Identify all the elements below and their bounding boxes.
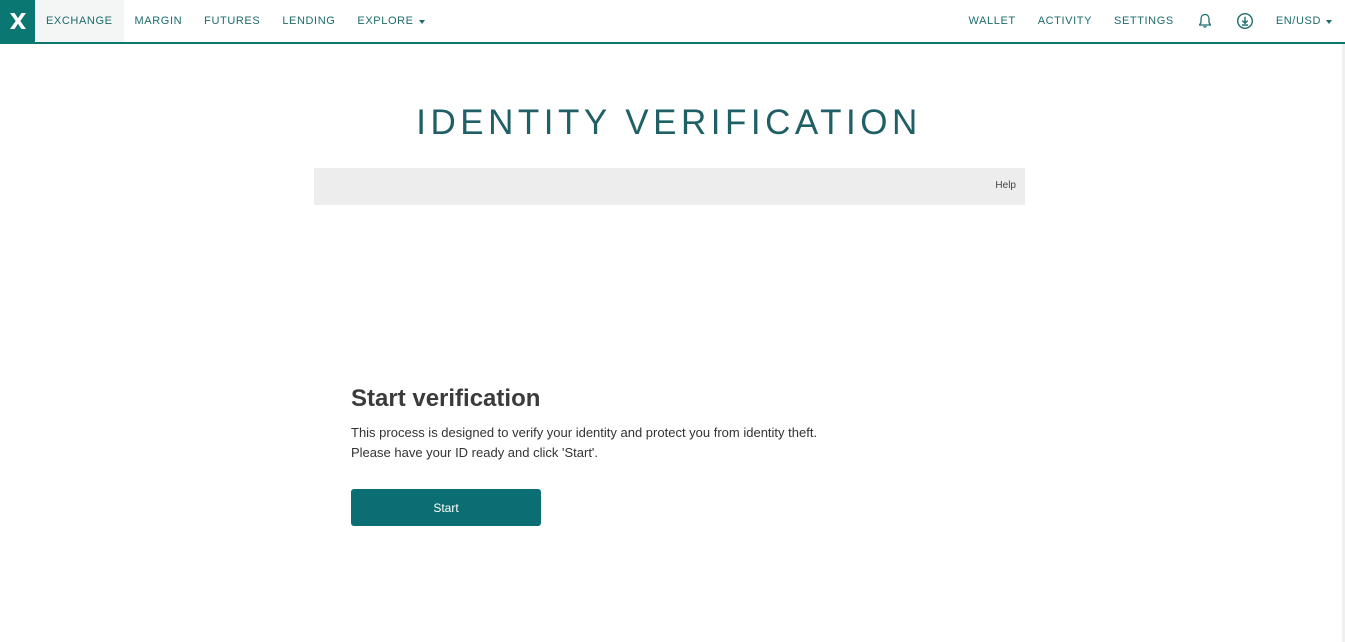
chevron-down-icon — [418, 19, 425, 24]
bell-icon[interactable] — [1185, 0, 1225, 42]
nav-activity[interactable]: ACTIVITY — [1027, 0, 1103, 42]
locale-label: EN/USD — [1275, 15, 1321, 27]
nav-futures[interactable]: FUTURES — [193, 0, 271, 42]
top-navigation: EXCHANGE MARGIN FUTURES LENDING EXPLORE … — [0, 0, 1345, 44]
verification-description: This process is designed to verify your … — [351, 425, 818, 440]
nav-exchange[interactable]: EXCHANGE — [35, 0, 124, 42]
nav-settings[interactable]: SETTINGS — [1103, 0, 1185, 42]
download-icon[interactable] — [1225, 0, 1265, 42]
locale-selector[interactable]: EN/USD — [1265, 0, 1343, 42]
verification-instruction: Please have your ID ready and click 'Sta… — [351, 445, 599, 460]
nav-margin[interactable]: MARGIN — [124, 0, 194, 42]
chevron-down-icon — [1326, 19, 1332, 24]
help-bar: Help — [314, 168, 1025, 205]
page-title: IDENTITY VERIFICATION — [416, 103, 922, 142]
logo-x-icon[interactable] — [0, 0, 35, 42]
nav-wallet[interactable]: WALLET — [958, 0, 1027, 42]
verification-heading: Start verification — [351, 385, 541, 412]
start-button[interactable]: Start — [351, 489, 541, 526]
nav-explore-label: EXPLORE — [357, 15, 414, 27]
nav-explore[interactable]: EXPLORE — [346, 0, 435, 42]
primary-nav: EXCHANGE MARGIN FUTURES LENDING EXPLORE — [35, 0, 436, 42]
nav-lending[interactable]: LENDING — [271, 0, 346, 42]
help-link[interactable]: Help — [995, 180, 1016, 191]
secondary-nav: WALLET ACTIVITY SETTINGS EN/USD — [958, 0, 1344, 42]
